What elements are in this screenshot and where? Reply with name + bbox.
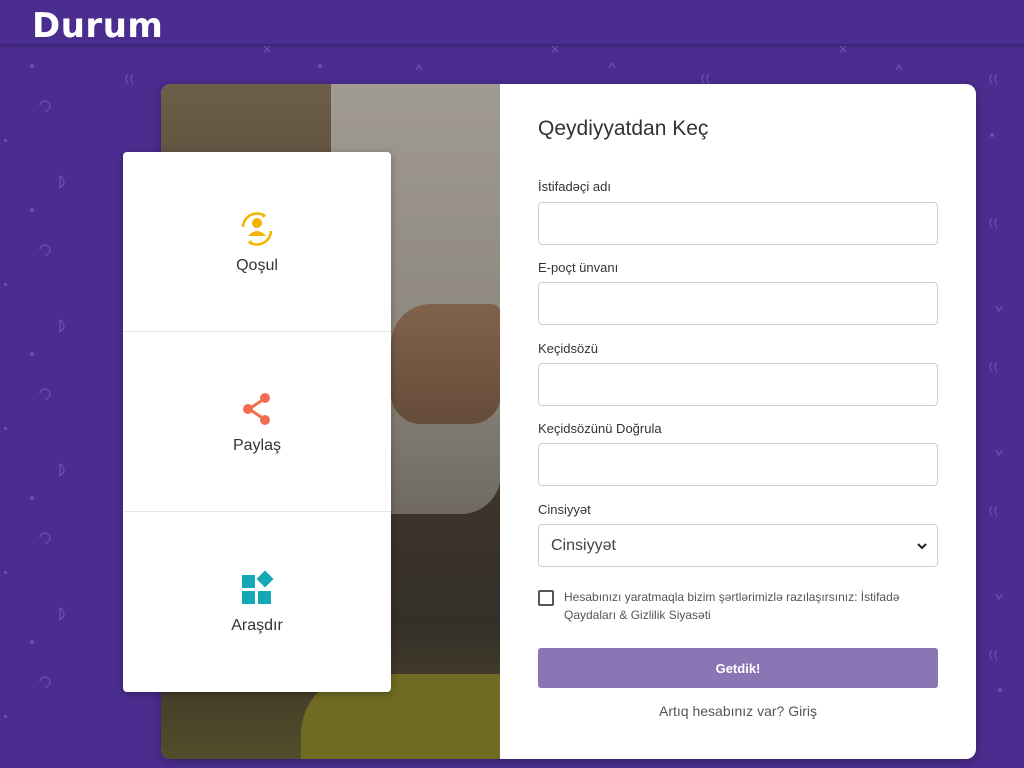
form-title: Qeydiyyatdan Keç <box>538 117 709 140</box>
gender-label: Cinsiyyət <box>538 502 591 517</box>
username-label: İstifadəçi adı <box>538 179 611 194</box>
feature-share-label: Paylaş <box>232 436 282 454</box>
password-label: Keçidsözü <box>538 341 598 356</box>
feature-explore-label: Araşdır <box>231 617 283 634</box>
password-input[interactable] <box>538 363 938 406</box>
confirm-password-input[interactable] <box>538 443 938 486</box>
features-panel: Qoşul Paylaş Araşdır <box>123 152 391 692</box>
terms-text: Hesabınızı yaratmaqla bizim şərtlərimizl… <box>564 590 858 604</box>
top-navbar: Durum <box>0 0 1024 46</box>
terms-agreement: Hesabınızı yaratmaqla bizim şərtlərimizl… <box>538 588 938 624</box>
submit-button[interactable]: Getdik! <box>538 648 938 688</box>
confirm-password-label: Keçidsözünü Doğrula <box>538 421 662 436</box>
explore-icon <box>242 570 274 604</box>
terms-checkbox[interactable] <box>538 590 554 606</box>
gender-select[interactable]: Cinsiyyət <box>538 524 938 567</box>
feature-explore: Araşdır <box>123 512 391 692</box>
share-icon <box>243 392 270 425</box>
login-prompt: Artıq hesabınız var? <box>659 703 785 719</box>
chevron-down-icon <box>917 543 927 550</box>
username-input[interactable] <box>538 202 938 245</box>
feature-connect-label: Qoşul <box>236 256 278 274</box>
login-link[interactable]: Giriş <box>788 703 817 719</box>
signup-form: Qeydiyyatdan Keç İstifadəçi adı E-poçt ü… <box>500 84 976 759</box>
durum-logo[interactable]: Durum <box>32 6 163 46</box>
email-input[interactable] <box>538 282 938 325</box>
gender-select-value: Cinsiyyət <box>551 536 616 554</box>
email-label: E-poçt ünvanı <box>538 260 619 275</box>
login-prompt-line: Artıq hesabınız var? Giriş <box>538 703 938 719</box>
user-connect-icon <box>241 211 273 246</box>
feature-share: Paylaş <box>123 332 391 512</box>
feature-connect: Qoşul <box>123 152 391 332</box>
